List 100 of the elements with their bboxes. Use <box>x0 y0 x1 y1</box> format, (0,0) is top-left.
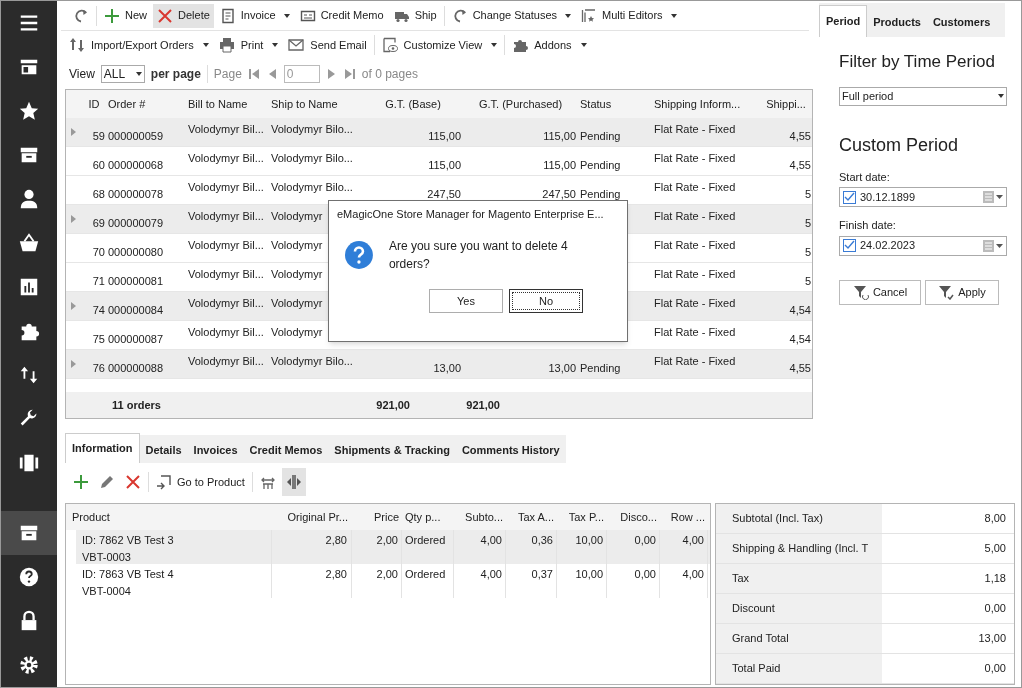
table-cell-text: 5 <box>804 215 811 231</box>
base-total: 921,00 <box>375 397 410 413</box>
table-cell-text: 115,00 <box>428 157 461 173</box>
table-cell-text: Volodymyr Bilo... <box>271 122 353 137</box>
table-cell-text: 4,55 <box>789 360 811 376</box>
table-cell-text: 0,37 <box>531 567 553 582</box>
table-cell-text: 247,50 <box>542 186 576 202</box>
table-cell-text: 10,00 <box>575 533 603 548</box>
total-value: 13,00 <box>977 631 1007 647</box>
table-cell-text: Volodymyr Bil... <box>188 209 264 224</box>
order-count: 11 orders <box>112 397 162 413</box>
table-cell-text: Volodymyr <box>271 296 323 311</box>
table-cell-text: Flat Rate - Fixed <box>654 325 736 340</box>
field-label: Start date: <box>839 169 891 185</box>
total-value: 0,00 <box>983 661 1007 677</box>
table-cell-text: 5 <box>804 186 811 202</box>
dialog-title: eMagicOne Store Manager for Magento Enterprise E... <box>336 206 605 222</box>
table-cell-text: 000000080 <box>108 244 164 260</box>
total-label: Total Paid <box>716 654 882 683</box>
table-cell-text: Flat Rate - Fixed <box>654 209 736 224</box>
table-cell-text: 71 <box>92 273 105 289</box>
table-cell-text: ID: 7863 VB Test 4 VBT-0004 <box>82 567 174 599</box>
table-cell-text: 76 <box>92 360 105 376</box>
table-cell-text: Volodymyr Bil... <box>188 122 264 137</box>
table-cell-text: 0,00 <box>634 567 656 582</box>
table-cell-text: Volodymyr Bilo... <box>271 180 353 195</box>
table-cell-text: Flat Rate - Fixed <box>654 151 736 166</box>
table-cell-text: 4,00 <box>480 533 502 548</box>
table-cell-text: 59 <box>92 128 105 144</box>
table-cell-text: Volodymyr Bil... <box>188 180 264 195</box>
table-cell-text: 000000078 <box>108 186 164 202</box>
table-cell-text: 4,55 <box>789 128 811 144</box>
table-cell-text: Ordered <box>405 533 446 548</box>
table-cell-text: 000000079 <box>108 215 164 231</box>
total-value: 0,00 <box>983 601 1007 617</box>
table-cell-text: Volodymyr Bil... <box>188 325 264 340</box>
total-value: 1,18 <box>983 571 1007 587</box>
table-cell-text: 69 <box>92 215 105 231</box>
total-label: Tax <box>716 564 882 593</box>
table-cell-text: 70 <box>92 244 105 260</box>
total-value: 5,00 <box>983 541 1007 557</box>
table-cell-text: Pending <box>580 186 621 202</box>
table-cell-text: 000000088 <box>108 360 164 376</box>
table-cell-text: 2,00 <box>376 533 398 548</box>
table-cell-text: Volodymyr Bil... <box>188 151 264 166</box>
table-cell-text: Volodymyr <box>271 325 323 340</box>
table-cell-text: 000000087 <box>108 331 164 347</box>
table-cell-text: Pending <box>580 157 621 173</box>
table-cell-text: Volodymyr Bilo... <box>271 354 353 369</box>
table-cell-text: Flat Rate - Fixed <box>654 180 736 195</box>
table-cell-text: 247,50 <box>427 186 461 202</box>
table-cell-text: 115,00 <box>543 157 576 173</box>
table-cell-text: 0,00 <box>634 533 656 548</box>
table-cell-text: Volodymyr <box>271 267 323 282</box>
table-cell-text: 13,00 <box>548 360 576 376</box>
total-label: Shipping & Handling (Incl. T <box>716 534 882 563</box>
table-cell-text: 13,00 <box>433 360 461 376</box>
purchased-total: 921,00 <box>465 397 500 413</box>
table-cell-text: 000000068 <box>108 157 164 173</box>
table-cell-text: 68 <box>92 186 105 202</box>
table-cell-text: Pending <box>580 360 621 376</box>
table-cell-text: ID: 7862 VB Test 3 VBT-0003 <box>82 533 174 565</box>
table-cell-text: Flat Rate - Fixed <box>654 238 736 253</box>
panel-heading: Custom Period <box>839 133 960 157</box>
table-cell-text: Volodymyr Bil... <box>188 296 264 311</box>
table-cell-text: 2,80 <box>325 533 347 548</box>
table-cell-text: 115,00 <box>428 128 461 144</box>
table-cell-text: 4,54 <box>789 331 811 347</box>
view-label: View <box>69 66 95 83</box>
table-cell-text: Flat Rate - Fixed <box>654 267 736 282</box>
table-cell-text: 4,00 <box>682 533 704 548</box>
table-cell-text: 10,00 <box>575 567 603 582</box>
field-label: Finish date: <box>839 218 897 233</box>
total-value: 8,00 <box>983 511 1007 527</box>
table-cell-text: 74 <box>92 302 105 318</box>
page-count-label: of 0 pages <box>361 66 418 83</box>
table-cell-text: Ordered <box>405 567 446 582</box>
table-cell-text: Volodymyr Bil... <box>188 238 264 253</box>
table-cell-text: 2,00 <box>376 567 398 582</box>
table-cell-text: 000000081 <box>108 273 164 289</box>
table-cell-text: 75 <box>92 331 105 347</box>
table-cell-text: 5 <box>804 273 811 289</box>
table-cell-text: 4,00 <box>480 567 502 582</box>
table-cell-text: 115,00 <box>543 128 576 144</box>
table-cell-text: Volodymyr Bilo... <box>271 151 353 166</box>
table-cell-text: Volodymyr Bil... <box>188 267 264 282</box>
per-page-label: per page <box>150 66 201 83</box>
table-cell-text: 0,36 <box>531 533 553 548</box>
table-cell-text: 000000059 <box>108 128 164 144</box>
table-cell-text: Flat Rate - Fixed <box>654 296 736 311</box>
table-cell-text: 2,80 <box>325 567 347 582</box>
table-cell-text: Volodymyr <box>271 238 323 253</box>
page-label: Page <box>213 66 242 83</box>
table-cell-text: Volodymyr Bil... <box>188 354 264 369</box>
table-cell-text: 4,55 <box>789 157 811 173</box>
panel-heading: Filter by Time Period <box>839 51 996 73</box>
table-cell-text: 000000084 <box>108 302 164 318</box>
total-label: Grand Total <box>716 624 882 653</box>
table-cell-text: 5 <box>804 244 811 260</box>
table-cell-text: Pending <box>580 128 621 144</box>
